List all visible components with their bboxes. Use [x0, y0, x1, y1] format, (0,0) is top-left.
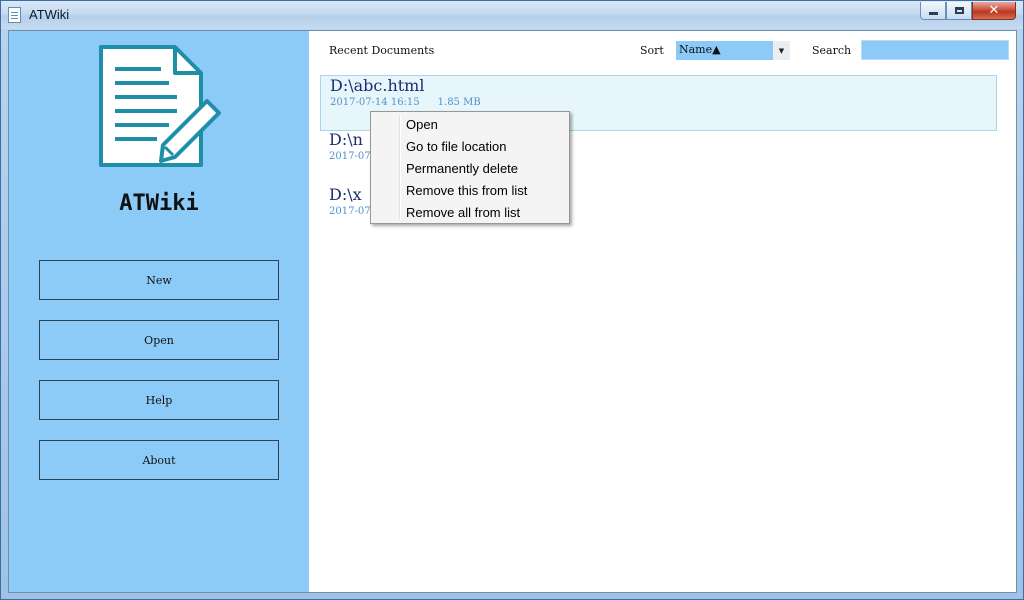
chevron-down-icon[interactable]: ▼: [773, 41, 790, 60]
about-button[interactable]: About: [39, 440, 279, 480]
document-date: 2017-07: [329, 206, 371, 217]
document-size: 1.85 MB: [437, 97, 481, 108]
menu-item-remove-all[interactable]: Remove all from list: [374, 202, 566, 224]
maximize-button[interactable]: [946, 2, 972, 20]
app-name: ATWiki: [119, 191, 199, 216]
menu-item-go-to-file-location[interactable]: Go to file location: [374, 136, 566, 158]
document-meta: 2017-07: [329, 151, 371, 162]
new-button[interactable]: New: [39, 260, 279, 300]
sort-label: Sort: [640, 44, 664, 57]
document-meta: 2017-07-14 16:15 1.85 MB: [330, 97, 481, 108]
document-date: 2017-07-14 16:15: [330, 97, 420, 108]
context-menu: Open Go to file location Permanently del…: [370, 111, 570, 224]
maximize-icon: [954, 7, 964, 14]
window-controls: ✕: [920, 2, 1016, 21]
open-button[interactable]: Open: [39, 320, 279, 360]
sidebar: ATWiki New Open Help About: [9, 31, 309, 592]
close-button[interactable]: ✕: [972, 2, 1016, 20]
sort-value: Name▲: [679, 43, 721, 56]
menu-item-open[interactable]: Open: [374, 114, 566, 136]
menu-item-permanently-delete[interactable]: Permanently delete: [374, 158, 566, 180]
title-bar[interactable]: ATWiki ✕: [1, 1, 1023, 29]
search-label: Search: [812, 44, 852, 57]
document-meta: 2017-07: [329, 206, 371, 217]
document-edit-icon: [99, 45, 221, 167]
document-path: D:\n: [329, 130, 363, 149]
sort-dropdown[interactable]: Name▲ ▼: [676, 41, 790, 60]
document-path: D:\abc.html: [330, 76, 425, 95]
close-icon: ✕: [988, 3, 1000, 18]
help-button[interactable]: Help: [39, 380, 279, 420]
recent-documents-heading: Recent Documents: [329, 44, 435, 57]
app-window: ATWiki ✕ ATWiki New Open Help About Rece…: [0, 0, 1024, 600]
minimize-button[interactable]: [920, 2, 946, 20]
document-path: D:\x: [329, 185, 362, 204]
menu-item-remove-this[interactable]: Remove this from list: [374, 180, 566, 202]
window-title: ATWiki: [29, 7, 70, 22]
app-icon: [8, 7, 21, 23]
search-input[interactable]: [861, 40, 1009, 60]
minimize-icon: [928, 12, 938, 15]
document-date: 2017-07: [329, 151, 371, 162]
